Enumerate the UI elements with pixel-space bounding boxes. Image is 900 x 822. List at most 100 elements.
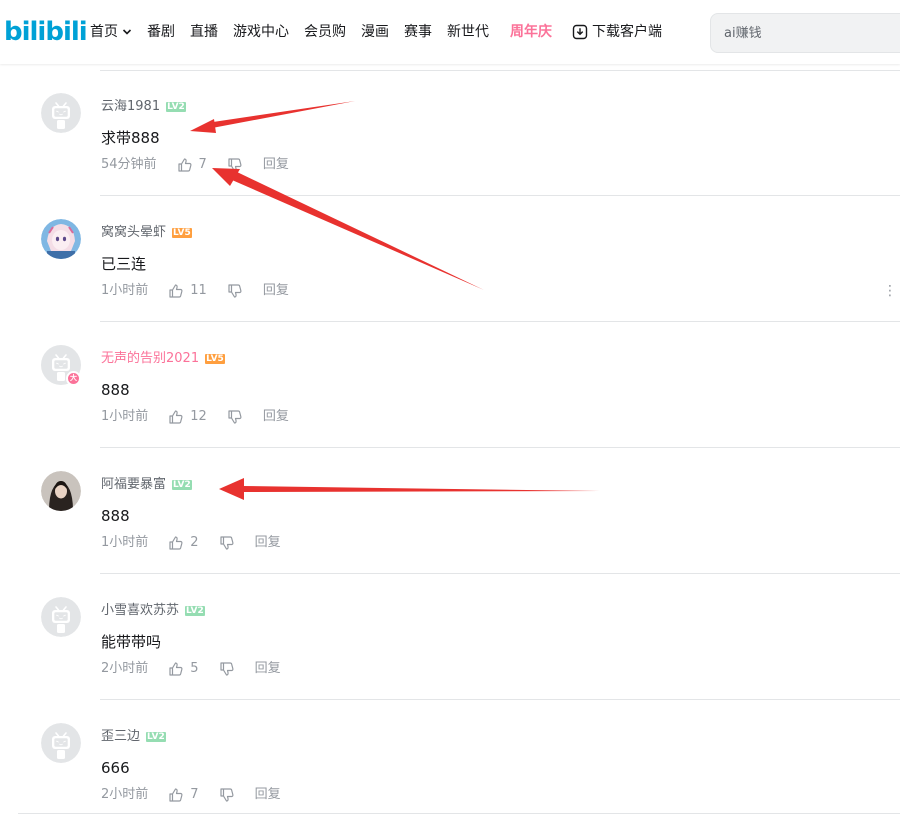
like-button[interactable]: 2 <box>168 534 199 552</box>
level-badge: LV5 <box>205 354 225 364</box>
default-avatar-icon <box>41 93 81 133</box>
comment-username[interactable]: 窝窝头晕虾 LV5 <box>101 225 192 241</box>
level-badge: LV2 <box>185 606 205 616</box>
like-count: 2 <box>190 535 199 550</box>
comment-text: 888 <box>101 507 130 525</box>
like-button[interactable]: 11 <box>168 282 207 300</box>
comment-text: 能带带吗 <box>101 633 162 651</box>
like-count: 7 <box>198 157 207 172</box>
thumbs-up-icon <box>169 662 183 676</box>
comment-item: 歪三边 LV2 666 2小时前 7 回复 <box>0 700 900 814</box>
anime-avatar-icon <box>41 219 81 259</box>
dislike-button[interactable] <box>227 157 243 173</box>
nav-member-shop[interactable]: 会员购 <box>304 22 346 42</box>
level-badge: LV2 <box>146 732 166 742</box>
search-box <box>710 13 900 53</box>
vip-badge: 大 <box>66 371 81 386</box>
reply-button[interactable]: 回复 <box>263 156 289 174</box>
level-badge: LV2 <box>166 102 186 112</box>
nav-anniversary[interactable]: 周年庆 <box>510 22 552 42</box>
bilibili-logo[interactable]: bilibili <box>4 18 88 46</box>
dislike-button[interactable] <box>227 409 243 425</box>
nav-game-center[interactable]: 游戏中心 <box>233 22 289 42</box>
comment-meta: 54分钟前 7 回复 <box>101 156 289 174</box>
username-text: 歪三边 <box>101 729 141 744</box>
dislike-button[interactable] <box>219 787 235 803</box>
like-count: 11 <box>190 283 207 298</box>
username-text: 阿福要暴富 <box>101 477 167 492</box>
avatar[interactable] <box>41 219 81 259</box>
comment-item: 小雪喜欢苏苏 LV2 能带带吗 2小时前 5 回复 <box>0 574 900 700</box>
reply-button[interactable]: 回复 <box>255 660 281 678</box>
like-button[interactable]: 7 <box>177 156 207 174</box>
username-text: 无声的告别2021 <box>101 351 200 366</box>
nav-live[interactable]: 直播 <box>190 22 218 42</box>
comment-username[interactable]: 小雪喜欢苏苏 LV2 <box>101 603 205 619</box>
level-badge: LV2 <box>172 480 192 490</box>
chevron-down-icon <box>122 29 132 35</box>
comment-item: 大 无声的告别2021 LV5 888 1小时前 12 回复 <box>0 322 900 448</box>
thumbs-up-icon <box>169 788 183 802</box>
reply-button[interactable]: 回复 <box>263 408 289 426</box>
comment-username[interactable]: 阿福要暴富 LV2 <box>101 477 192 493</box>
like-button[interactable]: 7 <box>168 786 199 804</box>
thumbs-down-icon <box>219 662 234 676</box>
nav-new-generation[interactable]: 新世代 <box>447 22 489 42</box>
thumbs-down-icon <box>228 158 242 172</box>
dislike-button[interactable] <box>219 661 235 677</box>
reply-button[interactable]: 回复 <box>263 282 289 300</box>
nav-anime[interactable]: 番剧 <box>147 22 175 42</box>
main-nav: 首页 番剧 直播 游戏中心 会员购 漫画 赛事 新世代 周年庆 下载客户端 <box>90 22 677 42</box>
dislike-button[interactable] <box>219 535 235 551</box>
comment-text: 888 <box>101 381 130 399</box>
like-count: 12 <box>190 409 207 424</box>
comment-meta: 1小时前 2 回复 <box>101 534 281 552</box>
thumbs-down-icon <box>219 788 234 802</box>
comment-time: 2小时前 <box>101 661 149 676</box>
nav-home-label: 首页 <box>90 24 118 40</box>
like-button[interactable]: 12 <box>168 408 207 426</box>
comment-time: 54分钟前 <box>101 157 157 172</box>
thumbs-up-icon <box>177 158 192 172</box>
comment-text: 666 <box>101 759 130 777</box>
comment-username[interactable]: 歪三边 LV2 <box>101 729 166 745</box>
username-text: 窝窝头晕虾 <box>101 225 167 240</box>
comment-time: 2小时前 <box>101 787 149 802</box>
username-text: 云海1981 <box>101 99 161 114</box>
default-avatar-icon <box>41 597 81 637</box>
thumbs-up-icon <box>169 410 183 424</box>
avatar[interactable] <box>41 723 81 763</box>
like-button[interactable]: 5 <box>168 660 199 678</box>
nav-esports[interactable]: 赛事 <box>404 22 432 42</box>
avatar[interactable] <box>41 93 81 133</box>
level-badge: LV5 <box>172 228 192 238</box>
dislike-button[interactable] <box>227 283 243 299</box>
comment-time: 1小时前 <box>101 283 149 298</box>
thumbs-down-icon <box>228 284 242 298</box>
thumbs-up-icon <box>169 284 183 298</box>
nav-manga[interactable]: 漫画 <box>361 22 389 42</box>
avatar[interactable] <box>41 597 81 637</box>
nav-home[interactable]: 首页 <box>90 22 132 42</box>
comment-text: 已三连 <box>101 255 147 273</box>
more-icon[interactable]: ⋮ <box>883 284 897 298</box>
search-input[interactable] <box>711 14 900 52</box>
reply-button[interactable]: 回复 <box>255 786 281 804</box>
comment-username[interactable]: 无声的告别2021 LV5 <box>101 351 225 367</box>
comment-username[interactable]: 云海1981 LV2 <box>101 99 186 115</box>
avatar[interactable]: 大 <box>41 345 81 386</box>
thumbs-down-icon <box>228 410 242 424</box>
reply-button[interactable]: 回复 <box>255 534 281 552</box>
thumbs-down-icon <box>219 536 234 550</box>
comment-item: 云海1981 LV2 求带888 54分钟前 7 回复 <box>0 70 900 196</box>
comment-meta: 2小时前 5 回复 <box>101 660 281 678</box>
comment-time: 1小时前 <box>101 409 149 424</box>
comment-item: 阿福要暴富 LV2 888 1小时前 2 回复 <box>0 448 900 574</box>
avatar[interactable] <box>41 471 81 511</box>
username-text: 小雪喜欢苏苏 <box>101 603 180 618</box>
thumbs-up-icon <box>169 536 183 550</box>
default-avatar-icon <box>41 723 81 763</box>
download-client-label: 下载客户端 <box>592 24 662 40</box>
comment-item: 窝窝头晕虾 LV5 已三连 1小时前 11 回复 ⋮ <box>0 196 900 322</box>
download-client-button[interactable]: 下载客户端 <box>572 22 662 42</box>
